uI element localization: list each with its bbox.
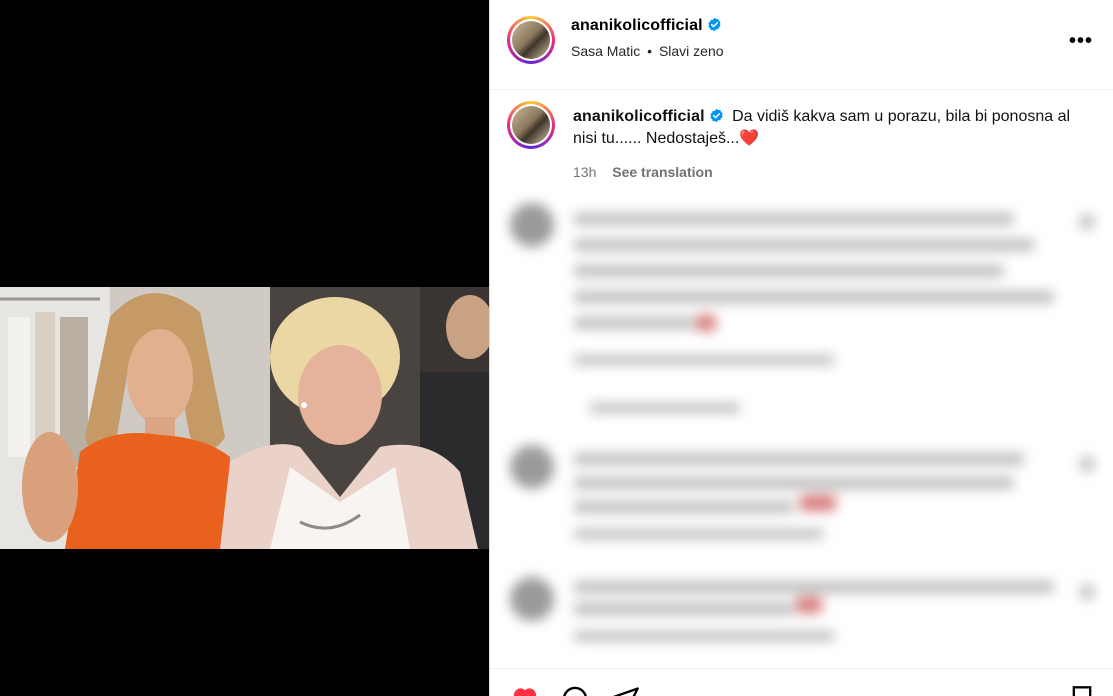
- caption-body: ananikolicofficial Da vidiš kakva sam u …: [573, 106, 1083, 180]
- see-translation-button[interactable]: See translation: [612, 164, 712, 180]
- author-info: ananikolicofficial Sasa Matic • Slavi ze…: [571, 17, 724, 59]
- post-media[interactable]: [0, 0, 489, 696]
- verified-badge-icon: [709, 108, 724, 123]
- comments-list-blurred: [490, 195, 1113, 665]
- heart-emoji-icon: ❤️: [739, 130, 760, 147]
- post-sidebar: ananikolicofficial Sasa Matic • Slavi ze…: [489, 0, 1113, 696]
- share-icon[interactable]: [612, 685, 640, 696]
- caption-username[interactable]: ananikolicofficial: [573, 108, 705, 125]
- photo-illustration: [0, 287, 489, 549]
- audio-artist[interactable]: Sasa Matic: [571, 43, 640, 59]
- author-username[interactable]: ananikolicofficial: [571, 17, 703, 34]
- caption-meta: 13h See translation: [573, 164, 1083, 180]
- action-bar: [490, 668, 1113, 696]
- verified-badge-icon: [707, 17, 722, 32]
- heart-icon[interactable]: [510, 685, 540, 696]
- audio-track[interactable]: Slavi zeno: [659, 43, 724, 59]
- caption-avatar[interactable]: [507, 101, 555, 149]
- post-header: ananikolicofficial Sasa Matic • Slavi ze…: [490, 0, 1113, 90]
- audio-info: Sasa Matic • Slavi zeno: [571, 43, 724, 59]
- comment-icon[interactable]: [561, 685, 589, 696]
- bookmark-icon[interactable]: [1069, 685, 1095, 696]
- post-dialog: ananikolicofficial Sasa Matic • Slavi ze…: [0, 0, 1113, 696]
- author-avatar[interactable]: [507, 16, 555, 64]
- post-photo: [0, 287, 489, 549]
- more-options-button[interactable]: •••: [1069, 30, 1093, 53]
- caption-time[interactable]: 13h: [573, 164, 596, 180]
- caption-paragraph: ananikolicofficial Da vidiš kakva sam u …: [573, 106, 1083, 150]
- audio-separator: •: [647, 43, 653, 59]
